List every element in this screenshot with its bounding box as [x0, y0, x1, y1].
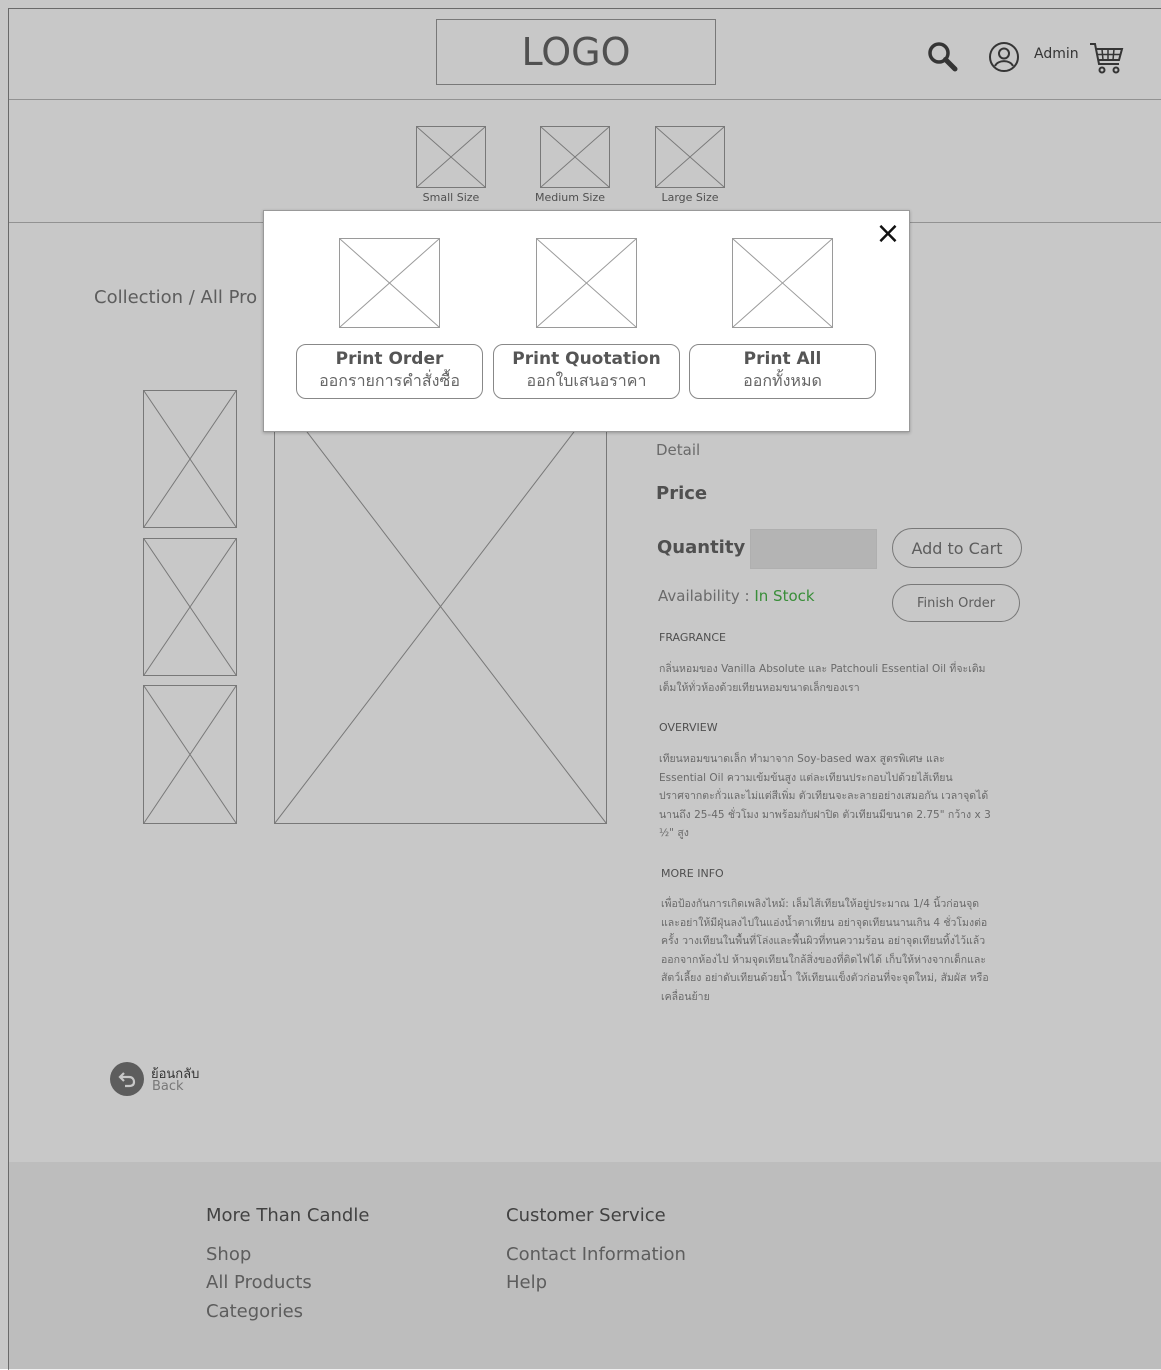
print-all-label-th: ออกทั้งหมด [743, 371, 822, 390]
modal-backdrop[interactable] [0, 0, 1161, 1369]
print-quotation-button[interactable]: Print Quotation ออกใบเสนอราคา [493, 344, 680, 399]
print-order-label-th: ออกรายการคำสั่งซื้อ [319, 371, 460, 390]
close-icon[interactable]: × [873, 219, 903, 249]
print-all-image [732, 238, 833, 328]
print-order-image [339, 238, 440, 328]
print-quotation-label: Print Quotation [512, 349, 661, 369]
print-order-button[interactable]: Print Order ออกรายการคำสั่งซื้อ [296, 344, 483, 399]
print-modal: × Print Order ออกรายการคำสั่งซื้อ Print … [263, 210, 910, 432]
print-all-label: Print All [743, 349, 822, 369]
print-all-button[interactable]: Print All ออกทั้งหมด [689, 344, 876, 399]
print-quotation-label-th: ออกใบเสนอราคา [526, 371, 647, 390]
print-order-label: Print Order [335, 349, 444, 369]
print-quotation-image [536, 238, 637, 328]
